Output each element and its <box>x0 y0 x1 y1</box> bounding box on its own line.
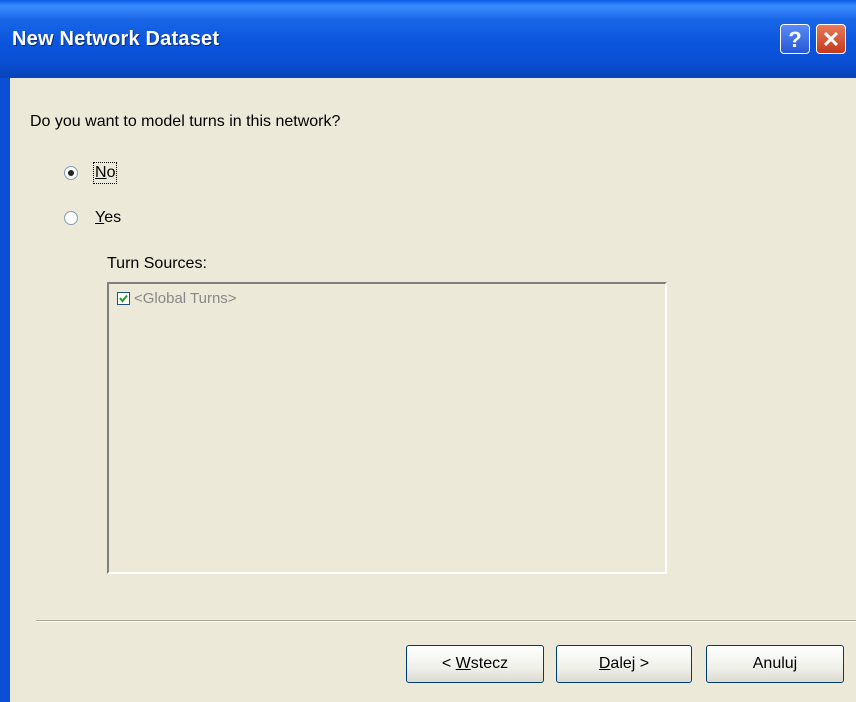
radio-yes-label[interactable]: Yes <box>95 209 121 227</box>
next-button[interactable]: Dalej > <box>556 645 692 683</box>
radio-no[interactable]: No <box>64 162 118 184</box>
close-icon: ✕ <box>821 27 841 52</box>
turn-sources-label: Turn Sources: <box>107 255 207 272</box>
radio-no-label[interactable]: No <box>92 162 118 184</box>
help-button[interactable]: ? <box>780 24 810 54</box>
close-button[interactable]: ✕ <box>816 24 846 54</box>
title-bar[interactable]: New Network Dataset ? ✕ <box>0 0 856 78</box>
turn-sources-list[interactable]: <Global Turns> <box>107 282 667 574</box>
window-border <box>0 78 10 702</box>
checkbox-checked-icon[interactable] <box>117 292 130 305</box>
divider <box>36 620 856 622</box>
back-button[interactable]: < Wstecz <box>406 645 544 683</box>
radio-yes-indicator[interactable] <box>64 211 78 225</box>
dialog-window: New Network Dataset ? ✕ Do you want to m… <box>0 0 856 702</box>
radio-yes[interactable]: Yes <box>64 207 121 229</box>
radio-no-indicator[interactable] <box>64 166 78 180</box>
list-item[interactable]: <Global Turns> <box>117 290 237 307</box>
turns-question: Do you want to model turns in this netwo… <box>30 113 341 130</box>
cancel-button[interactable]: Anuluj <box>706 645 844 683</box>
window-title: New Network Dataset <box>12 28 220 50</box>
help-icon: ? <box>788 27 802 52</box>
global-turns-label: <Global Turns> <box>134 290 237 307</box>
